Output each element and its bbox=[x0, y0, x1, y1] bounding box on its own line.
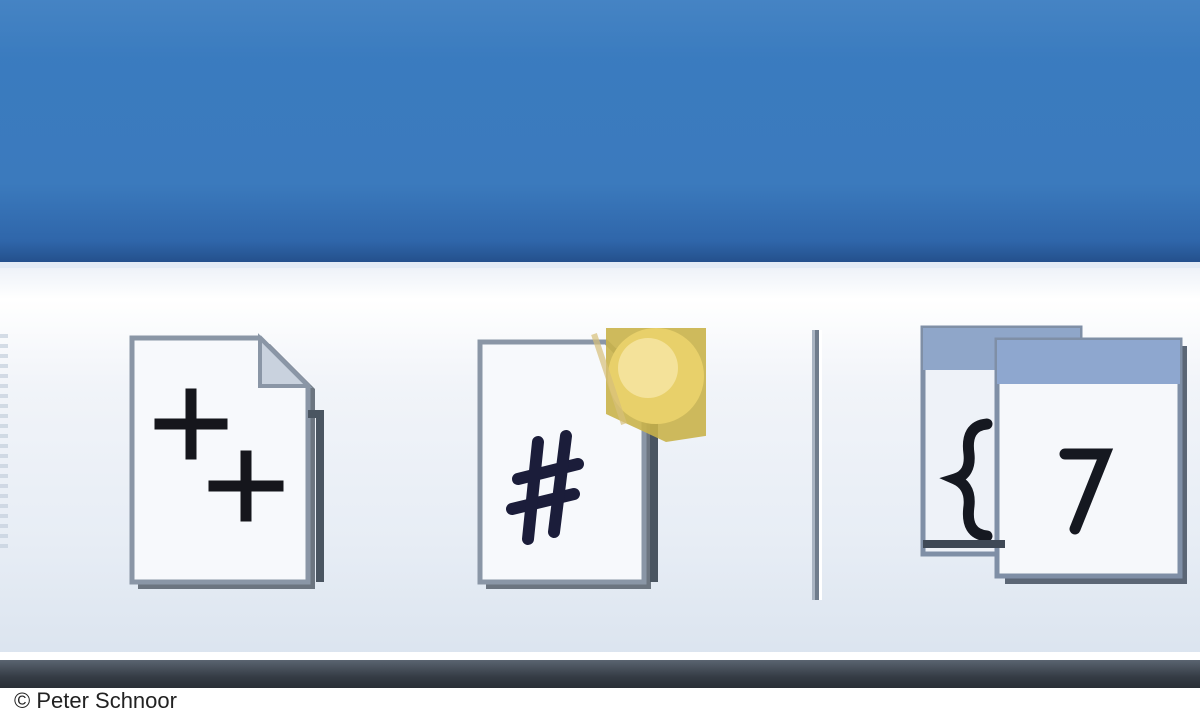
toolbar bbox=[0, 262, 1200, 660]
image-credit: © Peter Schnoor bbox=[14, 688, 177, 713]
class-file-icon bbox=[920, 325, 1187, 584]
toolbar-grip[interactable] bbox=[0, 334, 8, 554]
toolbar-bottom-border bbox=[0, 652, 1200, 660]
new-cpp-file-button[interactable] bbox=[110, 314, 360, 604]
title-bar-shine bbox=[0, 0, 1200, 60]
window-title-bar bbox=[0, 0, 1200, 262]
csharp-source-file-icon bbox=[477, 328, 706, 589]
toolbar-separator bbox=[812, 330, 822, 600]
cpp-source-file-icon bbox=[129, 333, 324, 589]
new-class-file-button[interactable] bbox=[905, 314, 1200, 604]
new-csharp-file-button[interactable] bbox=[456, 314, 706, 604]
status-strip bbox=[0, 660, 1200, 688]
